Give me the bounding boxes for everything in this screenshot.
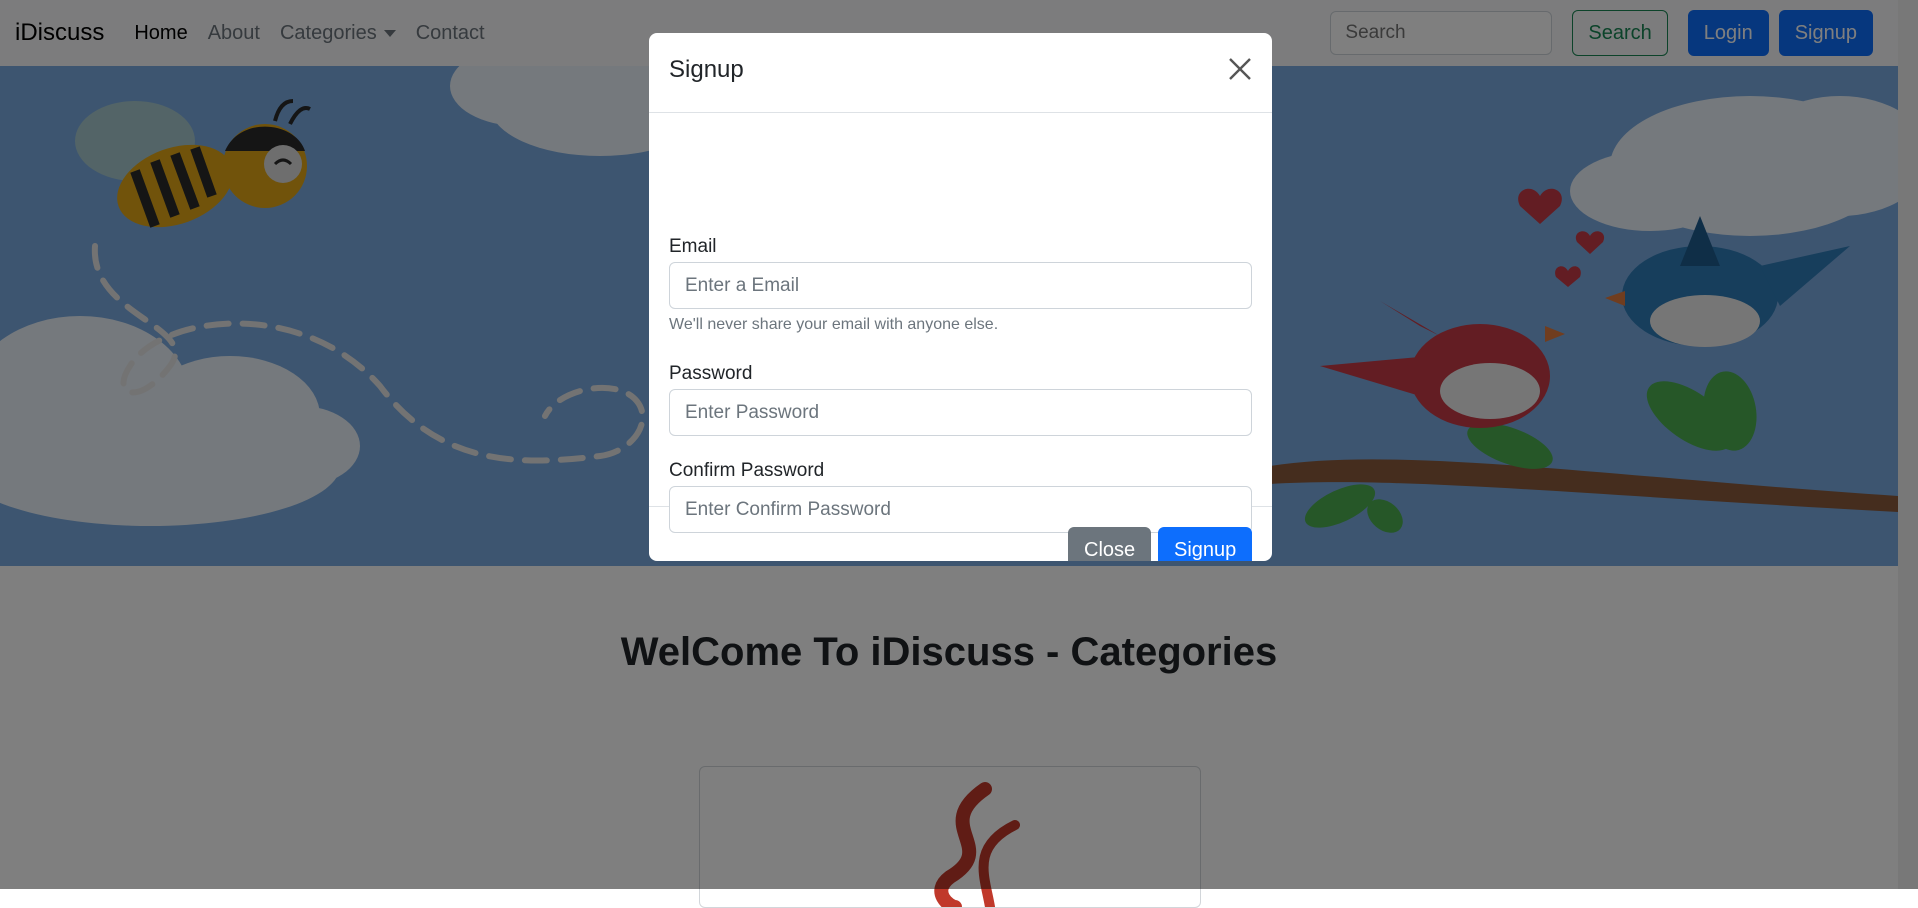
confirm-password-label: Confirm Password bbox=[669, 460, 825, 481]
modal-footer: Close Signup bbox=[649, 507, 1272, 561]
close-button[interactable]: Close bbox=[1068, 527, 1152, 561]
modal-body: Email We'll never share your email with … bbox=[649, 113, 1272, 533]
modal-header: Signup bbox=[649, 33, 1272, 113]
password-label: Password bbox=[669, 363, 753, 384]
email-label: Email bbox=[669, 236, 717, 257]
modal-signup-button[interactable]: Signup bbox=[1158, 527, 1253, 561]
email-help-text: We'll never share your email with anyone… bbox=[669, 316, 999, 333]
modal-title: Signup bbox=[669, 56, 744, 83]
email-field[interactable] bbox=[669, 262, 1252, 309]
password-field[interactable] bbox=[669, 389, 1252, 436]
signup-modal: Signup Email We'll never share your emai… bbox=[649, 33, 1272, 561]
close-icon[interactable] bbox=[1226, 55, 1254, 83]
